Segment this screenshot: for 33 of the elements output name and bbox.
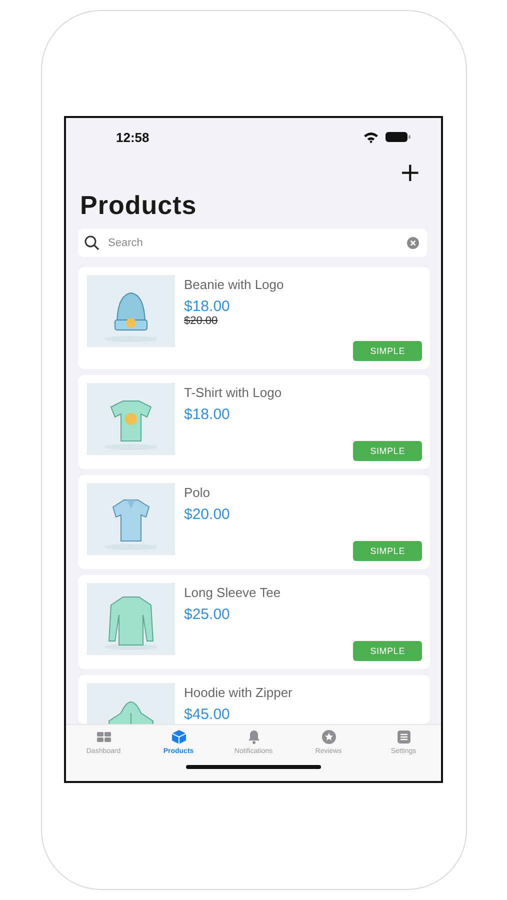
product-price: $18.00 [184, 406, 231, 423]
product-price: $25.00 [184, 606, 231, 623]
search-icon [84, 235, 100, 251]
product-name: Hoodie with Zipper [184, 685, 294, 700]
product-card[interactable]: Polo $20.00 SIMPLE [78, 475, 430, 569]
wifi-icon [363, 131, 379, 143]
bell-icon [246, 729, 262, 745]
product-price: $18.00 [184, 298, 231, 315]
list-icon [396, 729, 412, 745]
search-field[interactable]: Search [78, 229, 427, 257]
status-time: 12:58 [116, 130, 150, 144]
product-name: Long Sleeve Tee [184, 585, 282, 600]
product-price: $45.00 [184, 706, 231, 723]
old-price: $20.00 [184, 315, 219, 327]
page-title: Products [80, 190, 198, 221]
clear-icon[interactable] [407, 237, 419, 249]
product-name: T-Shirt with Logo [184, 385, 283, 400]
grid-icon [96, 729, 112, 745]
product-card[interactable]: Long Sleeve Tee $25.00 SIMPLE [78, 575, 430, 669]
battery-icon [385, 131, 411, 143]
product-type-badge: SIMPLE [353, 641, 422, 661]
cube-icon [170, 729, 186, 745]
product-price: $20.00 [184, 506, 231, 523]
product-type-badge: SIMPLE [353, 341, 422, 361]
product-card[interactable]: Hoodie with Zipper $45.00 [78, 675, 430, 724]
product-name: Beanie with Logo [184, 277, 285, 292]
product-type-badge: SIMPLE [353, 541, 422, 561]
search-input[interactable]: Search [106, 236, 401, 250]
product-card[interactable]: Beanie with Logo $18.00 $20.00 SIMPLE [78, 267, 430, 369]
product-name: Polo [184, 485, 212, 500]
product-card[interactable]: T-Shirt with Logo $18.00 SIMPLE [78, 375, 430, 469]
add-button[interactable]: + [399, 160, 421, 186]
product-type-badge: SIMPLE [353, 441, 422, 461]
